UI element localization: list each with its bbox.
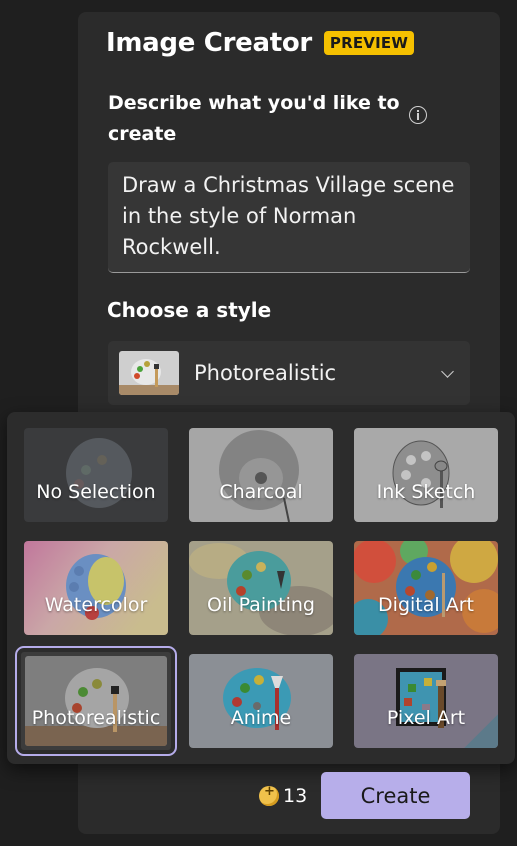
style-option-photorealistic[interactable]: Photorealistic bbox=[15, 646, 177, 756]
credit-count: 13 bbox=[283, 785, 308, 807]
style-option-no-selection[interactable]: No Selection bbox=[24, 428, 168, 522]
style-dropdown[interactable]: Photorealistic bbox=[108, 341, 470, 405]
style-option-label: Pixel Art bbox=[386, 707, 466, 729]
style-option-label: Ink Sketch bbox=[376, 481, 476, 503]
info-icon[interactable] bbox=[409, 106, 427, 124]
credits-counter: 13 bbox=[259, 784, 308, 807]
chevron-down-icon bbox=[441, 365, 454, 378]
prompt-input[interactable]: Draw a Christmas Village scene in the st… bbox=[108, 162, 470, 273]
style-label: Choose a style bbox=[107, 298, 272, 322]
header: Image Creator PREVIEW bbox=[106, 28, 415, 58]
style-option-label: Anime bbox=[230, 707, 292, 729]
style-option-charcoal[interactable]: Charcoal bbox=[189, 428, 333, 522]
prompt-label: Describe what you'd like to create bbox=[108, 92, 400, 145]
style-option-oil-painting[interactable]: Oil Painting bbox=[189, 541, 333, 635]
style-option-pixel-art[interactable]: Pixel Art bbox=[354, 654, 498, 748]
style-option-label: Oil Painting bbox=[207, 594, 315, 616]
style-option-digital-art[interactable]: Digital Art bbox=[354, 541, 498, 635]
create-button[interactable]: Create bbox=[321, 772, 470, 819]
style-option-anime[interactable]: Anime bbox=[189, 654, 333, 748]
style-option-label: No Selection bbox=[36, 481, 156, 503]
selected-style-thumbnail bbox=[119, 351, 179, 395]
style-option-watercolor[interactable]: Watercolor bbox=[24, 541, 168, 635]
coin-icon bbox=[259, 784, 279, 806]
page-title: Image Creator bbox=[106, 28, 312, 58]
preview-badge: PREVIEW bbox=[323, 31, 415, 55]
style-option-ink-sketch[interactable]: Ink Sketch bbox=[354, 428, 498, 522]
style-option-label: Digital Art bbox=[378, 594, 474, 616]
style-option-label: Watercolor bbox=[44, 594, 148, 616]
style-flyout: No Selection Charcoal Ink Sketch Waterco… bbox=[7, 412, 515, 764]
selected-style-value: Photorealistic bbox=[194, 361, 337, 385]
style-option-label: Charcoal bbox=[219, 481, 303, 503]
style-option-label: Photorealistic bbox=[31, 707, 161, 729]
